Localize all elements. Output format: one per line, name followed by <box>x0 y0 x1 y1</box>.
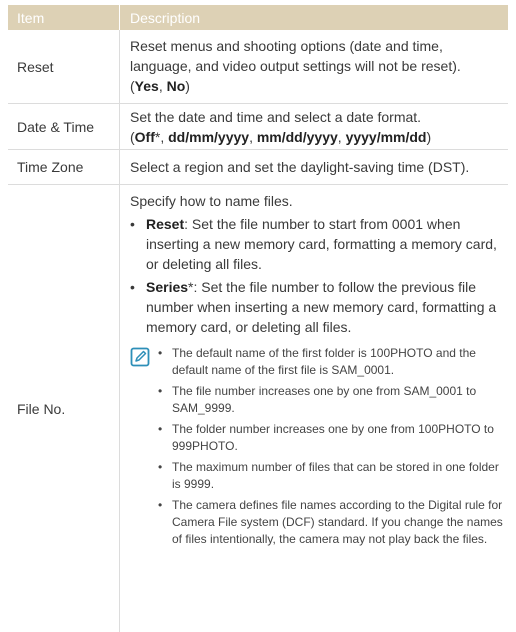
row-description-reset: Reset menus and shooting options (date a… <box>119 30 508 103</box>
paren-close: ) <box>426 129 432 145</box>
note-pencil-icon <box>130 345 158 552</box>
note-text: The maximum number of files that can be … <box>172 460 499 491</box>
bullet-body: : Set the file number to follow the prev… <box>146 279 497 335</box>
note-block: • The default name of the first folder is… <box>130 345 508 552</box>
bullet: • <box>158 460 163 474</box>
list-item: • Reset: Set the file number to start fr… <box>130 214 508 274</box>
note-text: The file number increases one by one fro… <box>172 384 477 415</box>
note-text: The default name of the first folder is … <box>172 346 476 377</box>
file-no-intro: Specify how to name files. <box>130 193 293 209</box>
bullet: • <box>158 422 163 436</box>
note-item: • The default name of the first folder is… <box>158 345 508 379</box>
row-item-reset: Reset <box>17 58 54 75</box>
note-list: • The default name of the first folder is… <box>158 345 508 552</box>
header-item: Item <box>17 9 45 26</box>
note-item: • The maximum number of files that can be… <box>158 459 508 493</box>
table-row: Time Zone Select a region and set the da… <box>8 150 508 185</box>
row-description-time-zone: Select a region and set the daylight-sav… <box>119 150 508 184</box>
date-time-description: Set the date and time and select a date … <box>130 109 422 125</box>
paren-close: ) <box>185 78 190 94</box>
separator: , <box>249 129 257 145</box>
bullet: • <box>158 384 163 398</box>
bullet: • <box>158 498 163 512</box>
reset-description: Reset menus and shooting options (date a… <box>130 38 461 74</box>
row-description-file-no: Specify how to name files. • Reset: Set … <box>119 185 508 632</box>
note-item: • The file number increases one by one fr… <box>158 383 508 417</box>
separator: , <box>337 129 346 145</box>
table-row: Reset Reset menus and shooting options (… <box>8 30 508 104</box>
option-yyyy-mm-dd: yyyy/mm/dd <box>345 129 427 145</box>
option-off: Off <box>134 129 155 145</box>
bullet-term-series: Series <box>146 279 189 295</box>
bullet: • <box>158 346 163 360</box>
note-item: • The folder number increases one by one … <box>158 421 508 455</box>
note-item: • The camera defines file names according… <box>158 497 508 548</box>
settings-table: Item Description Reset Reset menus and s… <box>8 5 508 632</box>
row-item-date-time: Date & Time <box>17 118 95 135</box>
note-text: The folder number increases one by one f… <box>172 422 494 453</box>
bullet: • <box>130 279 135 295</box>
row-item-time-zone: Time Zone <box>17 159 84 175</box>
bullet-text: Series*: Set the file number to follow t… <box>146 277 508 337</box>
option-no: No <box>166 78 186 94</box>
separator: , <box>160 129 169 145</box>
bullet-text: Reset: Set the file number to start from… <box>146 214 508 274</box>
row-item-file-no: File No. <box>17 400 66 417</box>
option-mm-dd-yyyy: mm/dd/yyyy <box>256 129 338 145</box>
option-dd-mm-yyyy: dd/mm/yyyy <box>168 129 250 145</box>
table-row: Date & Time Set the date and time and se… <box>8 104 508 150</box>
list-item: • Series*: Set the file number to follow… <box>130 277 508 337</box>
note-text: The camera defines file names according … <box>172 498 503 546</box>
table-header: Item Description <box>8 5 508 30</box>
bullet: • <box>130 216 135 232</box>
option-yes: Yes <box>134 78 159 94</box>
separator: , <box>158 78 167 94</box>
bullet-body: : Set the file number to start from 0001… <box>146 216 497 272</box>
row-description-date-time: Set the date and time and select a date … <box>119 104 508 149</box>
bullet-term-reset: Reset <box>146 216 185 232</box>
header-description: Description <box>119 5 508 30</box>
table-row: File No. Specify how to name files. • Re… <box>8 185 508 632</box>
